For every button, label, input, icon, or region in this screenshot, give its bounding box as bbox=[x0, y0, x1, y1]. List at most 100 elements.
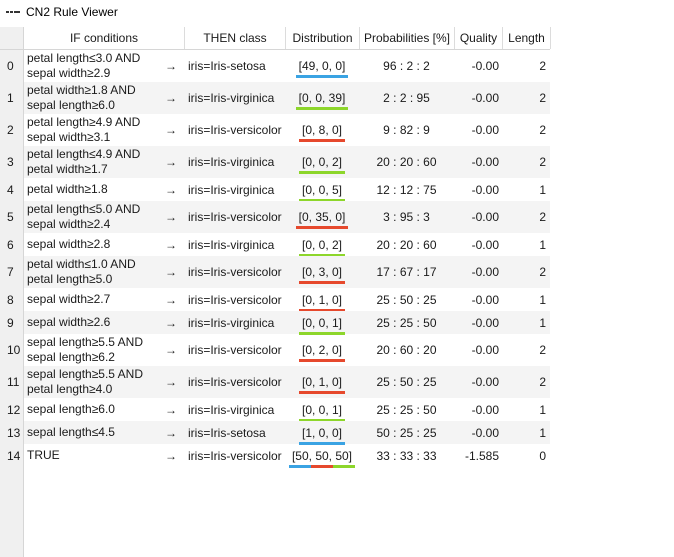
if-conditions-cell: petal length≥4.9 AND sepal width≥3.1 bbox=[27, 114, 162, 146]
length-cell: 2 bbox=[539, 123, 546, 137]
distribution-cell: [0, 3, 0] bbox=[287, 256, 357, 288]
quality-cell: -0.00 bbox=[471, 59, 499, 73]
probabilities-cell: 20 : 20 : 60 bbox=[376, 237, 437, 252]
then-class-cell: iris=Iris-versicolor bbox=[188, 375, 282, 389]
distribution-segment bbox=[295, 226, 349, 229]
distribution-wrap: [0, 3, 0] bbox=[298, 265, 346, 284]
probabilities-cell: 25 : 25 : 50 bbox=[376, 315, 437, 330]
distribution-segment bbox=[310, 464, 333, 468]
row-index: 3 bbox=[0, 146, 23, 178]
distribution-text: [0, 0, 5] bbox=[301, 182, 343, 197]
table-row[interactable]: 0 petal length≤3.0 AND sepal width≥2.9 → iri… bbox=[0, 50, 550, 82]
distribution-cell: [0, 35, 0] bbox=[287, 201, 357, 233]
col-header-quality[interactable]: Quality bbox=[455, 27, 503, 49]
length-cell: 0 bbox=[539, 448, 546, 463]
table-row[interactable]: 5 petal length≤5.0 AND sepal width≥2.4 → iri… bbox=[0, 201, 550, 233]
col-header-distribution[interactable]: Distribution bbox=[286, 27, 360, 49]
table-row[interactable]: 8 sepal width≥2.7 → iris=Iris-versicolor [0,… bbox=[0, 288, 550, 312]
distribution-text: [0, 35, 0] bbox=[298, 210, 346, 224]
distribution-cell: [0, 2, 0] bbox=[287, 334, 357, 366]
length-cell: 2 bbox=[539, 210, 546, 224]
condition-line: petal width≥1.7 bbox=[27, 162, 108, 176]
quality-cell: -0.00 bbox=[471, 265, 499, 279]
condition-line: petal length≤3.0 AND bbox=[27, 51, 141, 65]
distribution-wrap: [0, 0, 5] bbox=[298, 182, 346, 202]
distribution-wrap: [50, 50, 50] bbox=[288, 449, 356, 468]
then-class-cell: iris=Iris-virginica bbox=[188, 91, 275, 105]
distribution-segment bbox=[288, 464, 311, 468]
col-header-probabilities[interactable]: Probabilities [%] bbox=[360, 27, 455, 49]
if-conditions-cell: petal width≥1.8 bbox=[27, 178, 162, 201]
then-class-cell: iris=Iris-versicolor bbox=[188, 448, 282, 463]
condition-line: sepal width≥2.6 bbox=[27, 315, 111, 329]
row-index: 2 bbox=[0, 114, 23, 146]
distribution-bar bbox=[298, 281, 346, 284]
table-row[interactable]: 10 sepal length≥5.5 AND sepal length≥6.2 → i… bbox=[0, 334, 550, 366]
col-header-then-class[interactable]: THEN class bbox=[185, 27, 286, 49]
quality-cell: -0.00 bbox=[471, 155, 499, 169]
then-class-cell: iris=Iris-versicolor bbox=[188, 343, 282, 357]
then-class-cell: iris=Iris-virginica bbox=[188, 182, 275, 197]
condition-line: sepal width≥3.1 bbox=[27, 130, 111, 144]
arrow-icon: → bbox=[165, 182, 177, 197]
table-row[interactable]: 12 sepal length≥6.0 → iris=Iris-virginica [0… bbox=[0, 398, 550, 422]
if-conditions-cell: TRUE bbox=[27, 444, 162, 467]
length-cell: 2 bbox=[539, 375, 546, 389]
condition-line: petal width≥1.8 bbox=[27, 182, 108, 196]
length-cell: 1 bbox=[539, 292, 546, 307]
table-row[interactable]: 4 petal width≥1.8 → iris=Iris-virginica [0, … bbox=[0, 178, 550, 202]
probabilities-cell: 96 : 2 : 2 bbox=[383, 59, 430, 73]
row-index: 14 bbox=[0, 444, 23, 467]
distribution-segment bbox=[333, 464, 356, 468]
col-header-length[interactable]: Length bbox=[503, 27, 551, 49]
condition-line: sepal width≥2.8 bbox=[27, 237, 111, 251]
condition-line: sepal length≥6.2 bbox=[27, 350, 115, 364]
condition-line: sepal width≥2.7 bbox=[27, 292, 111, 306]
table-row[interactable]: 11 sepal length≥5.5 AND petal length≥4.0 → i… bbox=[0, 366, 550, 398]
corner-cell[interactable] bbox=[0, 27, 24, 49]
then-class-cell: iris=Iris-setosa bbox=[188, 425, 266, 440]
then-class-cell: iris=Iris-virginica bbox=[188, 402, 275, 417]
then-class-cell: iris=Iris-versicolor bbox=[188, 265, 282, 279]
if-conditions-cell: petal width≤1.0 AND petal length≥5.0 bbox=[27, 256, 162, 288]
distribution-text: [0, 3, 0] bbox=[301, 265, 343, 279]
probabilities-cell: 20 : 60 : 20 bbox=[376, 343, 437, 357]
arrow-icon: → bbox=[165, 155, 177, 169]
distribution-cell: [0, 0, 1] bbox=[287, 398, 357, 422]
table-row[interactable]: 6 sepal width≥2.8 → iris=Iris-virginica [0, … bbox=[0, 233, 550, 257]
distribution-wrap: [0, 8, 0] bbox=[298, 123, 346, 142]
table-row[interactable]: 3 petal length≤4.9 AND petal width≥1.7 → iri… bbox=[0, 146, 550, 178]
distribution-bar bbox=[288, 464, 356, 468]
quality-cell: -0.00 bbox=[471, 425, 499, 440]
condition-line: petal length≤4.9 AND bbox=[27, 147, 141, 161]
probabilities-cell: 25 : 50 : 25 bbox=[376, 292, 437, 307]
row-index: 9 bbox=[0, 311, 23, 334]
arrow-icon: → bbox=[165, 265, 177, 279]
table-row[interactable]: 7 petal width≤1.0 AND petal length≥5.0 → iri… bbox=[0, 256, 550, 288]
distribution-bar bbox=[298, 359, 346, 362]
condition-line: sepal width≥2.9 bbox=[27, 66, 111, 80]
rules-table[interactable]: IF conditions THEN class Distribution Pr… bbox=[0, 24, 674, 557]
row-index: 6 bbox=[0, 233, 23, 256]
table-row[interactable]: 9 sepal width≥2.6 → iris=Iris-virginica [0, … bbox=[0, 311, 550, 335]
distribution-text: [0, 0, 1] bbox=[301, 402, 343, 417]
table-row[interactable]: 14 TRUE → iris=Iris-versicolor [50, 50, 50] 3… bbox=[0, 444, 550, 468]
table-row[interactable]: 1 petal width≥1.8 AND sepal length≥6.0 → iri… bbox=[0, 82, 550, 114]
distribution-text: [0, 0, 39] bbox=[298, 91, 346, 105]
row-index: 5 bbox=[0, 201, 23, 233]
quality-cell: -0.00 bbox=[471, 123, 499, 137]
length-cell: 1 bbox=[539, 402, 546, 417]
arrow-icon: → bbox=[165, 343, 177, 357]
distribution-cell: [0, 0, 5] bbox=[287, 178, 357, 202]
distribution-text: [0, 1, 0] bbox=[301, 292, 343, 307]
table-row[interactable]: 2 petal length≥4.9 AND sepal width≥3.1 → iri… bbox=[0, 114, 550, 146]
quality-cell: -0.00 bbox=[471, 315, 499, 330]
distribution-bar bbox=[298, 391, 346, 394]
col-header-if-conditions[interactable]: IF conditions bbox=[24, 27, 185, 49]
quality-cell: -1.585 bbox=[464, 448, 499, 463]
distribution-cell: [49, 0, 0] bbox=[287, 50, 357, 82]
app-icon bbox=[6, 7, 20, 17]
table-row[interactable]: 13 sepal length≤4.5 → iris=Iris-setosa [1, 0… bbox=[0, 421, 550, 445]
length-cell: 2 bbox=[539, 91, 546, 105]
condition-line: petal width≤1.0 AND bbox=[27, 257, 136, 271]
